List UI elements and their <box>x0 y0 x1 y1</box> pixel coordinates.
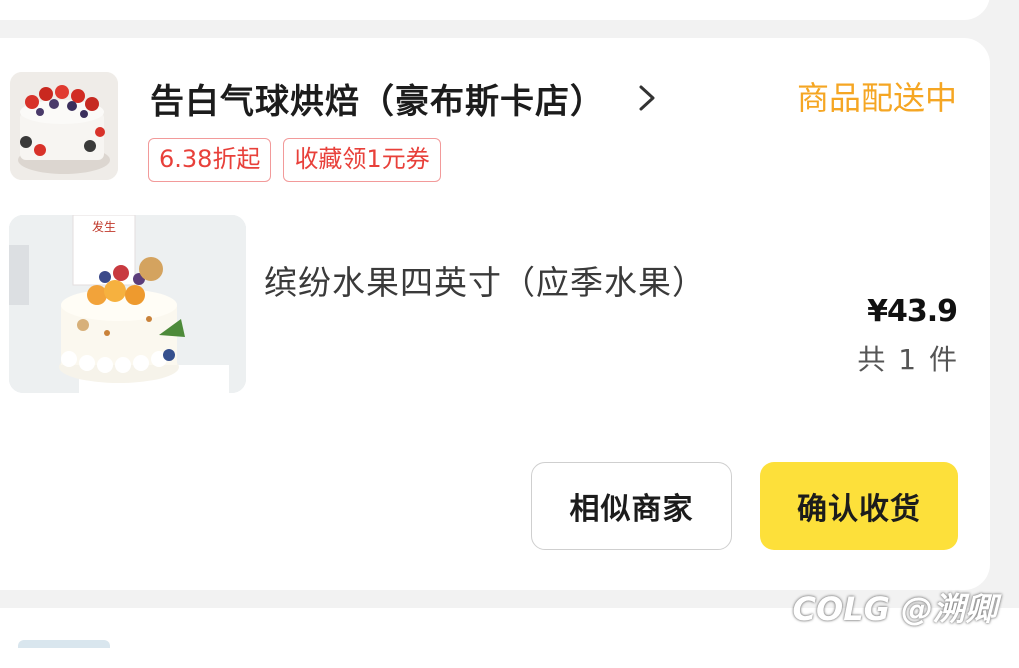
confirm-receipt-button[interactable]: 确认收货 <box>760 462 958 550</box>
similar-merchants-button[interactable]: 相似商家 <box>531 462 732 550</box>
shop-logo[interactable] <box>10 72 118 180</box>
cake-topper-text: 发生 <box>92 219 116 234</box>
next-order-thumbnail[interactable] <box>18 640 110 648</box>
watermark: COLG @溯卿 <box>792 590 998 628</box>
product-name[interactable]: 缤纷水果四英寸（应季水果） <box>264 264 705 302</box>
shop-name: 告白气球烘焙（豪布斯卡店） <box>150 81 605 122</box>
order-status: 商品配送中 <box>796 79 957 117</box>
discount-tag[interactable]: 6.38折起 <box>148 138 272 182</box>
chevron-right-icon <box>631 83 661 113</box>
product-quantity: 共 1 件 <box>857 343 957 376</box>
product-image[interactable]: 发生 <box>9 215 246 393</box>
previous-order-card <box>0 0 990 20</box>
coupon-tag[interactable]: 收藏领1元券 <box>283 138 441 182</box>
fruit-cake-image: 发生 <box>9 215 246 393</box>
product-price: ¥43.9 <box>867 294 958 329</box>
shop-tags: 6.38折起 收藏领1元券 <box>148 138 441 182</box>
cake-image <box>10 72 118 180</box>
shop-link[interactable]: 告白气球烘焙（豪布斯卡店） <box>150 74 661 122</box>
